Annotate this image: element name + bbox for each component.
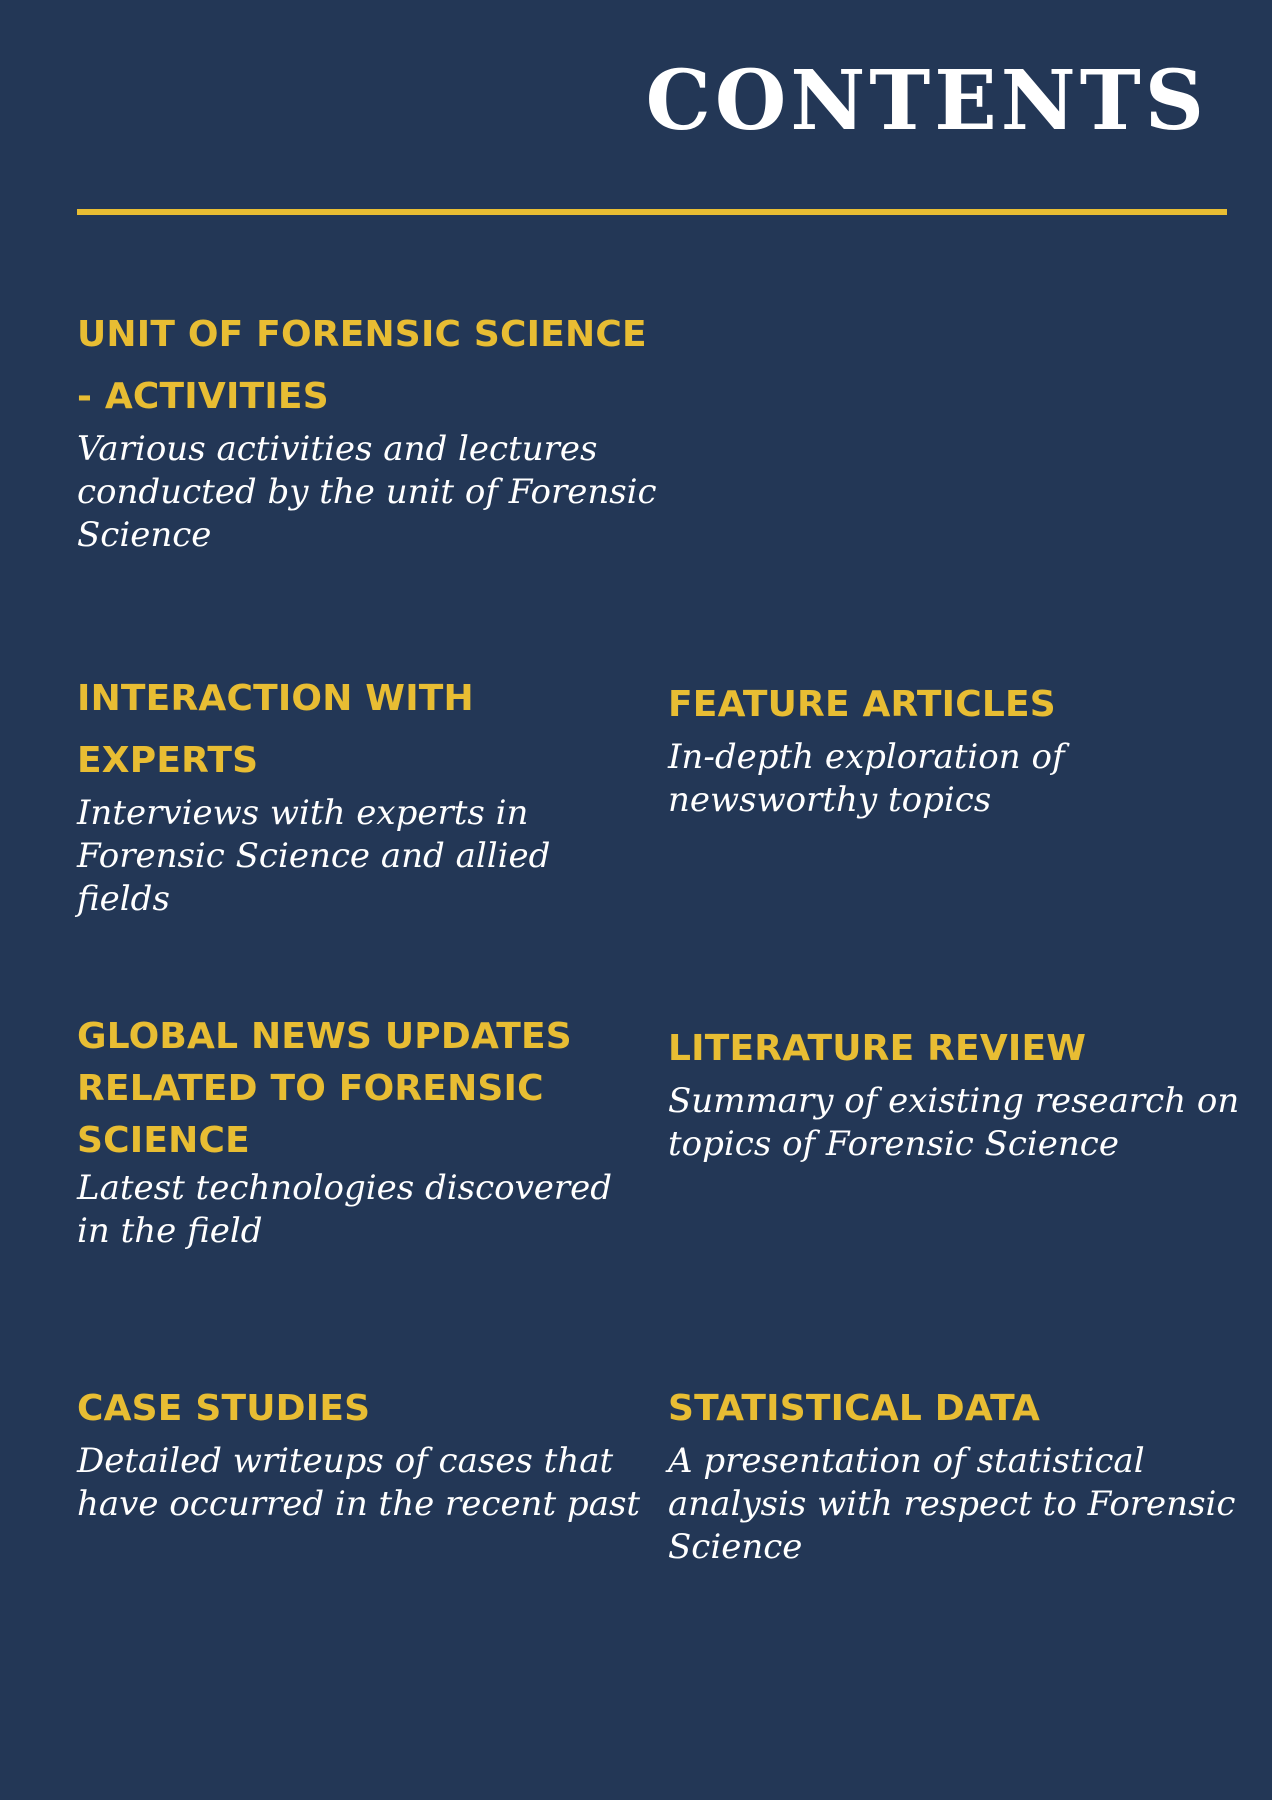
entry-description: A presentation of statistical analysis w… bbox=[668, 1441, 1236, 1567]
entry-description: Latest technologies discovered in the fi… bbox=[77, 1168, 613, 1251]
entry-heading: FEATURE ARTICLES bbox=[668, 684, 1056, 725]
entry-description: Detailed writeups of cases that have occ… bbox=[77, 1441, 641, 1524]
entry-heading: GLOBAL NEWS UPDATES RELATED TO FORENSIC … bbox=[77, 1016, 572, 1161]
entry-heading: UNIT OF FORENSIC SCIENCE - ACTIVITIES bbox=[77, 314, 647, 417]
contents-page: CONTENTS UNIT OF FORENSIC SCIENCE - ACTI… bbox=[0, 0, 1272, 1800]
contents-entry-forensic-unit-activities: UNIT OF FORENSIC SCIENCE - ACTIVITIES Va… bbox=[77, 304, 677, 557]
entry-heading: CASE STUDIES bbox=[77, 1388, 371, 1429]
contents-entry-global-news-updates: GLOBAL NEWS UPDATES RELATED TO FORENSIC … bbox=[77, 1011, 637, 1253]
entry-description: Various activities and lectures conducte… bbox=[77, 429, 657, 555]
entry-description: Interviews with experts in Forensic Scie… bbox=[77, 793, 551, 919]
contents-entry-case-studies: CASE STUDIES Detailed writeups of cases … bbox=[77, 1378, 647, 1526]
title-divider bbox=[77, 209, 1227, 215]
contents-entry-literature-review: LITERATURE REVIEW Summary of existing re… bbox=[668, 1018, 1248, 1166]
contents-entry-interaction-with-experts: INTERACTION WITH EXPERTS Interviews with… bbox=[77, 668, 637, 921]
entry-description: In-depth exploration of newsworthy topic… bbox=[668, 737, 1065, 820]
contents-entry-feature-articles: FEATURE ARTICLES In-depth exploration of… bbox=[668, 674, 1228, 822]
page-title: CONTENTS bbox=[645, 53, 1208, 149]
entry-description: Summary of existing research on topics o… bbox=[668, 1081, 1240, 1164]
contents-entry-statistical-data: STATISTICAL DATA A presentation of stati… bbox=[668, 1378, 1248, 1569]
entry-heading: STATISTICAL DATA bbox=[668, 1388, 1041, 1429]
entry-heading: INTERACTION WITH EXPERTS bbox=[77, 678, 474, 781]
entry-heading: LITERATURE REVIEW bbox=[668, 1028, 1087, 1069]
